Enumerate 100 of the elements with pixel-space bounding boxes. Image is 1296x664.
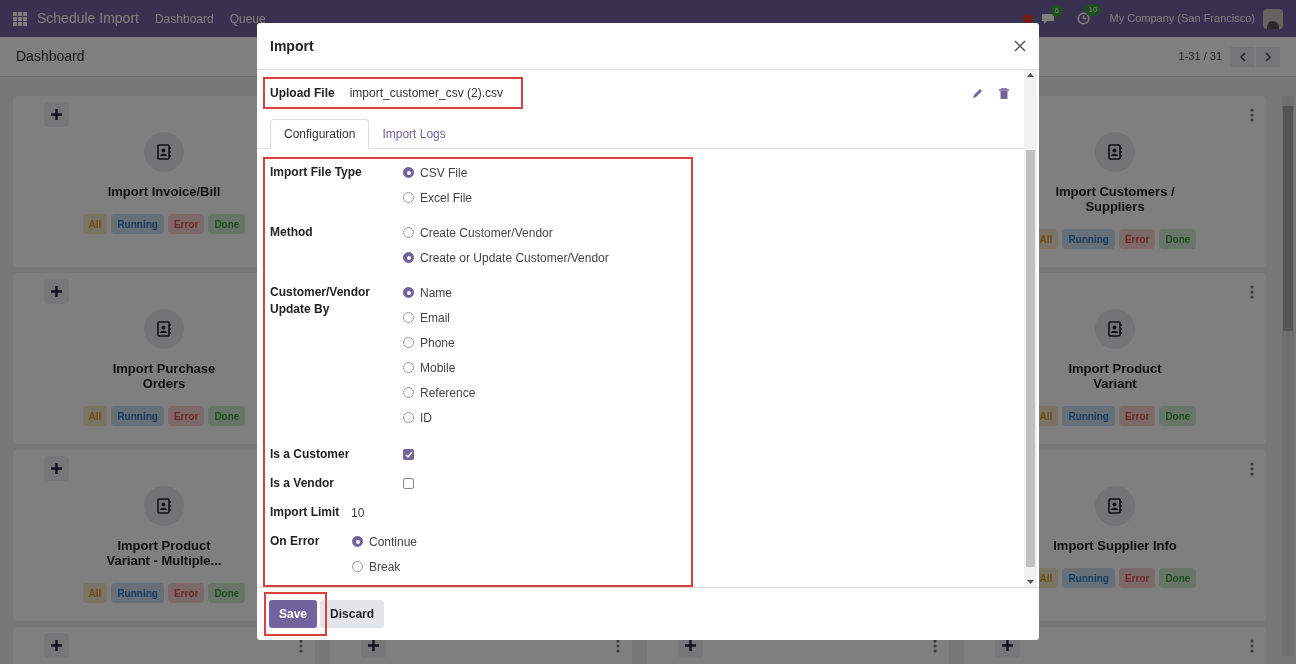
contact-book-icon [1095, 486, 1135, 526]
previous-page-button[interactable] [1230, 46, 1254, 67]
card-title: Import Customers / Suppliers [1054, 184, 1176, 214]
status-filter-button[interactable]: Error [167, 406, 205, 426]
status-filter-button[interactable]: Running [1062, 406, 1115, 426]
field-label: Upload File [270, 85, 335, 102]
notification-badge: 10 [1084, 4, 1102, 16]
plus-icon [51, 286, 62, 297]
scroll-up-icon[interactable] [1024, 70, 1037, 80]
field-label: Is a Vendor [270, 475, 336, 492]
chevron-left-icon [1238, 51, 1246, 62]
close-icon[interactable] [1014, 40, 1026, 52]
app-title[interactable]: Schedule Import [37, 8, 139, 29]
chevron-right-icon [1264, 51, 1272, 62]
checkbox[interactable] [403, 449, 414, 460]
radio-label: Name [420, 284, 452, 302]
contact-book-icon [144, 309, 184, 349]
plus-icon [51, 109, 62, 120]
contact-book-icon [144, 486, 184, 526]
breadcrumb: Dashboard [16, 47, 85, 66]
dialog-title: Import [270, 36, 314, 56]
radio-label: Break [369, 558, 401, 576]
file-name[interactable]: import_customer_csv (2).csv [349, 84, 504, 102]
plus-icon [1002, 640, 1013, 651]
pencil-icon[interactable] [972, 87, 983, 99]
status-filter-button[interactable]: Error [1118, 568, 1156, 588]
radio-button[interactable] [403, 192, 414, 203]
field-label: Import Limit [270, 504, 341, 521]
status-filter-button[interactable]: Done [208, 214, 246, 234]
radio-button[interactable] [403, 337, 414, 348]
status-filter-button[interactable]: Done [208, 406, 246, 426]
field-value[interactable]: 10 [351, 503, 365, 522]
status-filter-button[interactable]: Done [1159, 229, 1197, 249]
radio-button[interactable] [403, 412, 414, 423]
menu-item[interactable]: Queue [229, 9, 266, 28]
status-filter-button[interactable]: Done [208, 583, 246, 603]
pager-value: 1-31 / 31 [1178, 49, 1222, 65]
scroll-down-icon[interactable] [1024, 577, 1037, 587]
next-page-button[interactable] [1256, 46, 1280, 67]
company-name[interactable]: My Company (San Francisco) [1109, 10, 1255, 27]
radio-label: Phone [420, 334, 455, 352]
save-button[interactable]: Save [269, 600, 318, 628]
radio-label: Continue [369, 533, 418, 551]
contact-book-icon [1095, 132, 1135, 172]
discard-button[interactable]: Discard [320, 600, 385, 628]
plus-icon [51, 463, 62, 474]
avatar[interactable] [1263, 8, 1283, 29]
radio-button[interactable] [352, 561, 363, 572]
radio-label: Email [420, 309, 450, 327]
menu-item[interactable]: Dashboard [154, 9, 214, 28]
status-filter-button[interactable]: Error [1118, 406, 1156, 426]
card-title: Import Product Variant - Multiple... [105, 538, 223, 568]
highlight-frame [264, 592, 327, 636]
status-filter-button[interactable]: Running [1062, 568, 1115, 588]
status-filter-button[interactable]: Running [1062, 229, 1115, 249]
radio-label: Create or Update Customer/Vendor [420, 249, 609, 267]
field-label: Customer/Vendor Update By [270, 284, 372, 318]
notification-badge: 6 [1050, 4, 1063, 17]
status-filter-button[interactable]: Done [1159, 406, 1197, 426]
status-filter-button[interactable]: All [82, 583, 108, 603]
status-filter-button[interactable]: Running [111, 214, 164, 234]
radio-button[interactable] [352, 536, 363, 547]
tab[interactable]: Import Logs [369, 119, 459, 149]
field-label: Method [270, 224, 314, 241]
status-filter-button[interactable]: All [82, 214, 108, 234]
status-filter-button[interactable]: Error [167, 583, 205, 603]
trash-icon[interactable] [999, 87, 1009, 99]
apps-grid-icon[interactable] [13, 11, 27, 26]
tab[interactable]: Configuration [270, 119, 370, 149]
status-filter-button[interactable]: Running [111, 406, 164, 426]
radio-label: Reference [420, 384, 476, 402]
radio-label: Excel File [420, 189, 472, 207]
radio-button[interactable] [403, 227, 414, 238]
card-title: Import Invoice/Bill [106, 184, 222, 199]
plus-icon [685, 640, 696, 651]
radio-button[interactable] [403, 387, 414, 398]
card-title: Import Supplier Info [1052, 538, 1178, 553]
clock-icon[interactable] [1076, 12, 1090, 25]
radio-label: Mobile [420, 359, 456, 377]
status-filter-button[interactable]: Done [1159, 568, 1197, 588]
dialog-scrollbar[interactable] [1024, 70, 1037, 587]
radio-button[interactable] [403, 167, 414, 178]
radio-label: Create Customer/Vendor [420, 224, 553, 242]
radio-button[interactable] [403, 312, 414, 323]
status-filter-button[interactable]: Error [167, 214, 205, 234]
field-label: Import File Type [270, 164, 363, 181]
radio-label: CSV File [420, 164, 468, 182]
status-filter-button[interactable]: All [82, 406, 108, 426]
radio-button[interactable] [403, 362, 414, 373]
status-filter-button[interactable]: Error [1118, 229, 1156, 249]
contact-book-icon [1095, 309, 1135, 349]
status-filter-button[interactable]: Running [111, 583, 164, 603]
radio-button[interactable] [403, 287, 414, 298]
page-scrollbar[interactable] [1282, 96, 1294, 656]
chat-icon[interactable] [1040, 12, 1055, 25]
plus-icon [51, 640, 62, 651]
plus-icon [368, 640, 379, 651]
card-title: Import Purchase Orders [111, 361, 217, 391]
checkbox[interactable] [403, 478, 414, 489]
radio-button[interactable] [403, 252, 414, 263]
